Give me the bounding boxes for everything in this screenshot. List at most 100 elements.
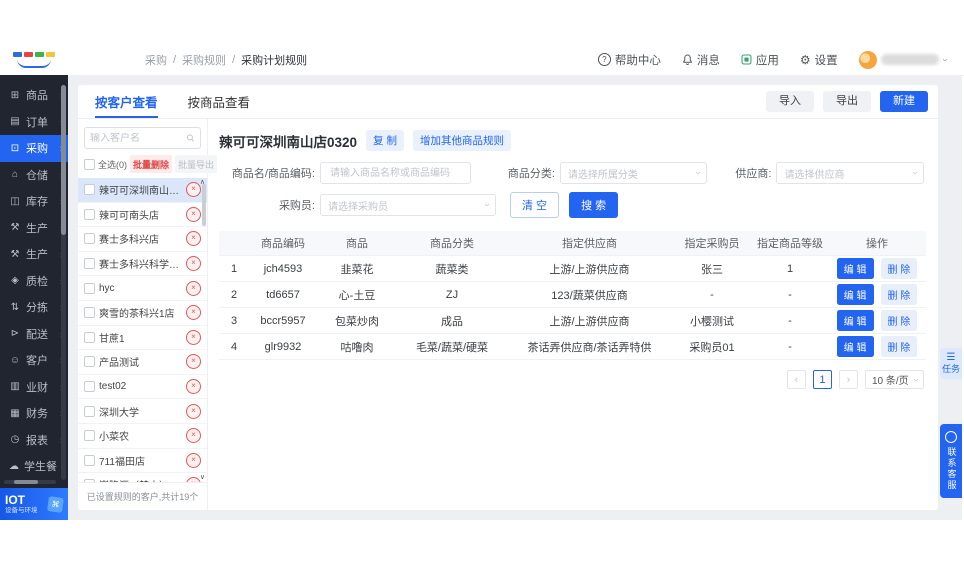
remove-client-icon[interactable]	[186, 477, 201, 482]
client-list-item[interactable]: 赛士多科兴店	[78, 227, 207, 252]
sidebar-item-business-finance[interactable]: ▥ 业财	[0, 374, 68, 401]
remove-client-icon[interactable]	[186, 428, 201, 444]
sidebar-scrollbar-thumb[interactable]	[61, 85, 66, 235]
product-name-input[interactable]	[328, 166, 463, 180]
delete-button[interactable]: 删 除	[880, 310, 918, 331]
client-checkbox[interactable]	[84, 258, 95, 270]
sidebar-item-purchase[interactable]: ⊡ 采购	[0, 135, 68, 162]
detail-title: 辣可可深圳南山店0320	[219, 134, 358, 150]
messages-link[interactable]: 消息	[682, 52, 720, 68]
client-checkbox[interactable]	[84, 454, 95, 466]
client-list-item[interactable]: 711福田店	[78, 449, 207, 474]
prev-page-button[interactable]: ‹	[786, 370, 806, 389]
sidebar-item-customers[interactable]: ☺ 客户	[0, 347, 68, 374]
client-checkbox[interactable]	[84, 208, 95, 220]
client-list-item[interactable]: hyc	[78, 276, 207, 301]
sidebar-item-reports[interactable]: ◷ 报表	[0, 427, 68, 454]
edit-button[interactable]: 编 辑	[836, 310, 874, 331]
client-list-item[interactable]: 赛士多科兴科学园2号1120	[78, 252, 207, 277]
next-page-button[interactable]: ›	[838, 370, 858, 389]
sidebar-item-inventory[interactable]: ◫ 库存	[0, 188, 68, 215]
task-float-button[interactable]: ☰ 任务	[940, 348, 962, 379]
tab-by-product[interactable]: 按商品查看	[188, 85, 251, 118]
client-checkbox[interactable]	[84, 479, 95, 482]
client-list-item[interactable]: 辣可可南头店	[78, 203, 207, 228]
sidebar-item-warehouse[interactable]: ⌂ 仓储	[0, 162, 68, 189]
remove-client-icon[interactable]	[186, 354, 201, 370]
page-size-select[interactable]: 10 条/页	[864, 370, 924, 389]
remove-client-icon[interactable]	[186, 231, 201, 247]
edit-button[interactable]: 编 辑	[836, 336, 874, 357]
sidebar-item-orders[interactable]: ▤ 订单	[0, 109, 68, 136]
client-list-item[interactable]: test02	[78, 375, 207, 400]
remove-client-icon[interactable]	[186, 452, 201, 468]
sidebar-item-goods[interactable]: ⊞ 商品	[0, 82, 68, 109]
client-list-item[interactable]: 辣可可深圳南山店0320	[78, 178, 207, 203]
sidebar-item-finance[interactable]: ▦ 财务	[0, 400, 68, 427]
delete-button[interactable]: 删 除	[880, 336, 918, 357]
client-checkbox[interactable]	[84, 430, 95, 442]
remove-client-icon[interactable]	[186, 305, 201, 321]
remove-client-icon[interactable]	[186, 403, 201, 419]
client-list-item[interactable]: 深圳大学	[78, 399, 207, 424]
sidebar-item-student-meals[interactable]: ☁ 学生餐	[0, 453, 68, 480]
sidebar-hscroll-thumb[interactable]	[14, 480, 38, 484]
remove-client-icon[interactable]	[186, 256, 201, 272]
iot-banner[interactable]: IOT 设备与环境 ⌘	[0, 488, 68, 520]
client-list-item[interactable]: 小菜农	[78, 424, 207, 449]
copy-button[interactable]: 复 制	[366, 130, 404, 151]
edit-button[interactable]: 编 辑	[836, 258, 874, 279]
scroll-down-icon[interactable]: ∨	[200, 474, 205, 481]
settings-link[interactable]: ⚙ 设置	[800, 52, 838, 68]
sidebar-item-production-1[interactable]: ⚒ 生产	[0, 215, 68, 242]
client-checkbox[interactable]	[84, 405, 95, 417]
help-center-link[interactable]: 帮助中心	[597, 52, 661, 68]
client-checkbox[interactable]	[84, 356, 95, 368]
breadcrumb-item[interactable]: 采购规则	[182, 52, 226, 68]
clear-button[interactable]: 清 空	[510, 192, 560, 218]
create-button[interactable]: 新建	[880, 91, 928, 112]
category-select[interactable]: 请选择所属分类	[559, 162, 708, 184]
batch-export-button[interactable]: 批量导出	[175, 155, 218, 173]
add-product-rule-button[interactable]: 增加其他商品规则	[412, 130, 511, 151]
sidebar-item-production-2[interactable]: ⚒ 生产	[0, 241, 68, 268]
remove-client-icon[interactable]	[186, 280, 201, 296]
select-all-checkbox[interactable]	[84, 158, 95, 170]
remove-client-icon[interactable]	[186, 206, 201, 222]
breadcrumb-item[interactable]: 采购	[145, 52, 167, 68]
page-number-button[interactable]: 1	[812, 370, 832, 389]
sidebar-item-sorting[interactable]: ⇅ 分拣	[0, 294, 68, 321]
client-list-item[interactable]: 甘蔗1	[78, 326, 207, 351]
export-button[interactable]: 导出	[823, 91, 871, 112]
app-logo[interactable]	[0, 44, 68, 75]
sidebar-item-quality[interactable]: ◈ 质检	[0, 268, 68, 295]
supplier-select[interactable]: 请选择供应商	[776, 162, 925, 184]
tab-by-customer[interactable]: 按客户查看	[95, 85, 158, 118]
chevron-down-icon	[909, 171, 919, 174]
client-list-item[interactable]: 爽雪的茶科兴1店	[78, 301, 207, 326]
remove-client-icon[interactable]	[186, 182, 201, 198]
remove-client-icon[interactable]	[186, 329, 201, 345]
client-list-item[interactable]: 产品测试	[78, 350, 207, 375]
client-checkbox[interactable]	[84, 331, 95, 343]
sidebar-item-delivery[interactable]: ⊳ 配送	[0, 321, 68, 348]
client-checkbox[interactable]	[84, 184, 95, 196]
client-checkbox[interactable]	[84, 282, 95, 294]
user-menu[interactable]	[858, 50, 946, 69]
batch-delete-button[interactable]: 批量删除	[130, 155, 173, 173]
delete-button[interactable]: 删 除	[880, 284, 918, 305]
buyer-select[interactable]: 请选择采购员	[320, 194, 496, 216]
client-checkbox[interactable]	[84, 233, 95, 245]
search-button[interactable]: 搜 索	[569, 192, 619, 218]
delete-button[interactable]: 删 除	[880, 258, 918, 279]
apps-link[interactable]: 应用	[741, 52, 779, 68]
remove-client-icon[interactable]	[186, 379, 201, 395]
contact-service-float-button[interactable]: 联系客服	[940, 424, 962, 498]
client-checkbox[interactable]	[84, 307, 95, 319]
client-checkbox[interactable]	[84, 381, 95, 393]
import-button[interactable]: 导入	[766, 91, 814, 112]
client-search-input[interactable]	[90, 132, 184, 144]
client-list-scrollbar-thumb[interactable]	[202, 184, 206, 226]
edit-button[interactable]: 编 辑	[836, 284, 874, 305]
client-list-item[interactable]: 崖隆汇（麓山）	[78, 473, 207, 482]
